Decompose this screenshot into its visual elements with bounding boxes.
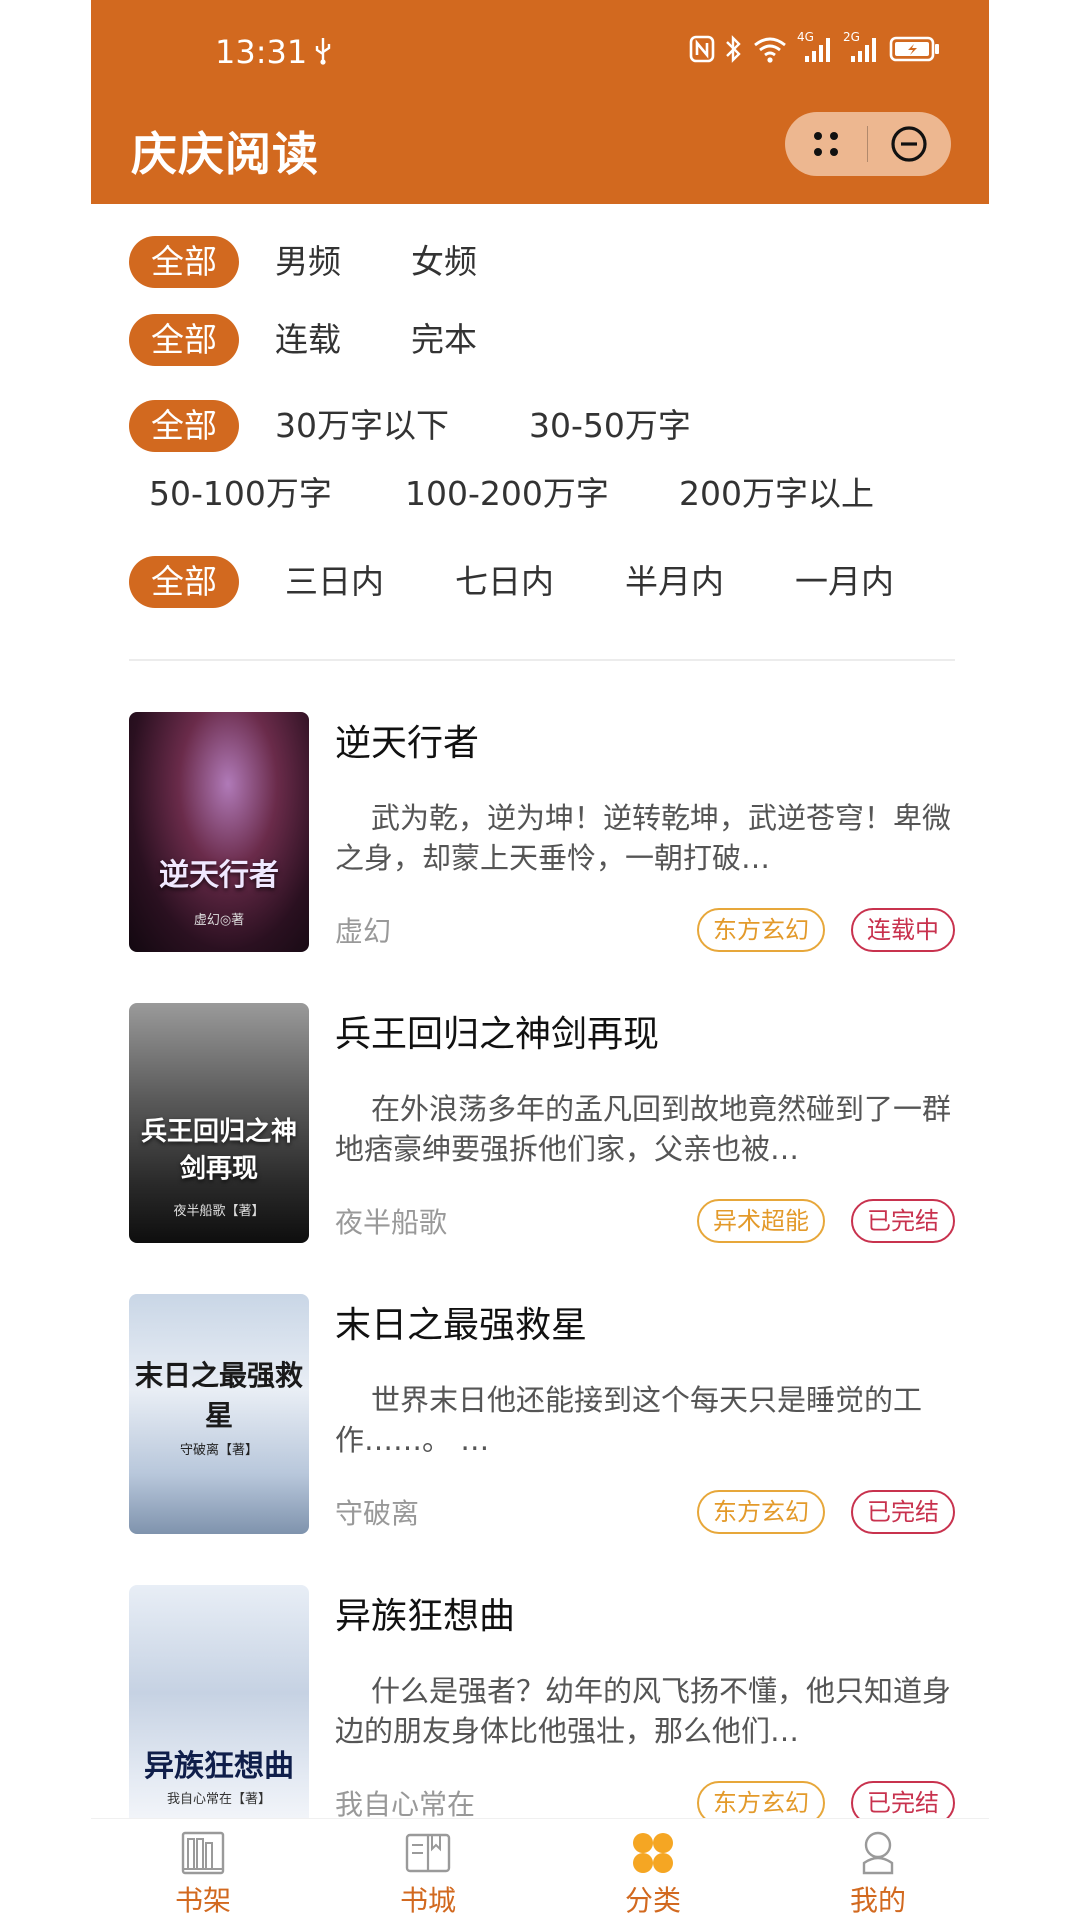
- bottom-tab-bar: 书架 书城 分类 我的: [91, 1818, 989, 1920]
- filter-words-all[interactable]: 全部: [129, 400, 239, 452]
- book-open-icon: [405, 1833, 451, 1873]
- book-author: 守破离: [335, 1497, 420, 1530]
- tab-label: 书城: [399, 1884, 456, 1917]
- filter-updated-7days[interactable]: 七日内: [455, 556, 554, 608]
- genre-tag: 东方玄幻: [697, 908, 825, 952]
- tab-mine[interactable]: 我的: [798, 1819, 958, 1920]
- cover-author: 夜半船歌【著】: [173, 1204, 265, 1219]
- filter-updated-1month[interactable]: 一月内: [795, 556, 894, 608]
- filter-status-serial[interactable]: 连载: [275, 314, 341, 366]
- cover-title: 异族狂想曲: [144, 1749, 294, 1784]
- filter-updated-3days[interactable]: 三日内: [285, 556, 384, 608]
- status-tag: 已完结: [851, 1199, 955, 1243]
- book-item[interactable]: 逆天行者 虚幻◎著 逆天行者 武为乾，逆为坤！逆转乾坤，武逆苍穹！卑微之身，却蒙…: [129, 712, 955, 954]
- book-title: 兵王回归之神剑再现: [335, 1014, 660, 1055]
- status-time: 13:31: [215, 33, 308, 71]
- bookshelf-icon: [181, 1831, 225, 1875]
- filter-updated-half-month[interactable]: 半月内: [625, 556, 724, 608]
- book-title: 逆天行者: [335, 723, 480, 764]
- book-description: 武为乾，逆为坤！逆转乾坤，武逆苍穹！卑微之身，却蒙上天垂怜，一朝打破…: [335, 801, 952, 875]
- cover-title: 兵王回归之神剑再现: [140, 1117, 297, 1184]
- cover-author: 我自心常在【著】: [166, 1792, 271, 1807]
- tab-label: 书架: [174, 1884, 231, 1917]
- cover-title: 逆天行者: [159, 858, 279, 893]
- filter-words-50-100w[interactable]: 50-100万字: [149, 468, 332, 520]
- minus-circle-icon: [891, 126, 927, 162]
- cover-author: 守破离【著】: [179, 1443, 258, 1458]
- status-tag: 连载中: [851, 908, 955, 952]
- book-title: 异族狂想曲: [335, 1596, 516, 1637]
- book-cover: 异族狂想曲 我自心常在【著】: [129, 1585, 309, 1825]
- book-item[interactable]: 末日之最强救星 守破离【著】 末日之最强救星 世界末日他还能接到这个每天只是睡觉…: [129, 1294, 955, 1536]
- book-title: 末日之最强救星: [335, 1305, 588, 1346]
- wifi-icon: [754, 37, 786, 63]
- filter-words-under-30w[interactable]: 30万字以下: [275, 400, 449, 452]
- tab-label: 分类: [624, 1884, 681, 1917]
- more-dots-icon: [814, 132, 838, 156]
- filter-channel-male[interactable]: 男频: [275, 236, 341, 288]
- usb-icon: [315, 38, 331, 65]
- filter-status-all[interactable]: 全部: [129, 314, 239, 366]
- cover-author: 虚幻◎著: [193, 913, 245, 928]
- book-cover: 逆天行者 虚幻◎著: [129, 712, 309, 952]
- filter-channel-all[interactable]: 全部: [129, 236, 239, 288]
- app-header: 13:31 4G 2G 庆庆阅读: [91, 0, 989, 204]
- filter-channel-female[interactable]: 女频: [411, 236, 477, 288]
- filter-words-100-200w[interactable]: 100-200万字: [405, 468, 609, 520]
- book-author: 夜半船歌: [335, 1206, 448, 1239]
- book-cover: 末日之最强救星 守破离【著】: [129, 1294, 309, 1534]
- status-tag: 已完结: [851, 1490, 955, 1534]
- divider-line: [129, 659, 955, 661]
- status-icons: 4G 2G: [689, 30, 941, 64]
- close-mini-program-button[interactable]: [868, 112, 950, 176]
- status-bar: 13:31 4G 2G: [91, 0, 989, 100]
- book-item[interactable]: 异族狂想曲 我自心常在【著】 异族狂想曲 什么是强者？幼年的风飞扬不懂，他只知道…: [129, 1585, 955, 1827]
- mini-program-capsule: [785, 112, 951, 176]
- genre-tag: 异术超能: [697, 1199, 825, 1243]
- filter-words-30-50w[interactable]: 30-50万字: [529, 400, 691, 452]
- app-screen: 13:31 4G 2G 庆庆阅读 全部 男频 女频 全部 连载 完本 全部 30…: [91, 0, 989, 1920]
- tab-label: 我的: [849, 1884, 906, 1917]
- book-author: 虚幻: [335, 915, 392, 948]
- tab-bookshelf[interactable]: 书架: [123, 1819, 283, 1920]
- filter-status-complete[interactable]: 完本: [411, 314, 477, 366]
- book-cover: 兵王回归之神剑再现 夜半船歌【著】: [129, 1003, 309, 1243]
- user-icon: [862, 1831, 894, 1875]
- nfc-icon: [689, 35, 715, 63]
- tab-category[interactable]: 分类: [573, 1819, 733, 1920]
- bluetooth-icon: [726, 35, 741, 63]
- app-title: 庆庆阅读: [131, 127, 319, 181]
- cover-title: 末日之最强救星: [135, 1359, 304, 1432]
- signal-2g-icon: 2G: [843, 30, 879, 64]
- battery-icon: [889, 36, 939, 62]
- tab-bookstore[interactable]: 书城: [348, 1819, 508, 1920]
- filter-words-over-200w[interactable]: 200万字以上: [679, 468, 874, 520]
- book-item[interactable]: 兵王回归之神剑再现 夜半船歌【著】 兵王回归之神剑再现 在外浪荡多年的孟凡回到故…: [129, 1003, 955, 1245]
- filter-updated-all[interactable]: 全部: [129, 556, 239, 608]
- book-description: 在外浪荡多年的孟凡回到故地竟然碰到了一群地痞豪绅要强拆他们家，父亲也被…: [335, 1092, 952, 1166]
- signal-4g-icon: 4G: [797, 30, 833, 64]
- more-options-button[interactable]: [785, 112, 867, 176]
- book-author: 我自心常在: [335, 1788, 476, 1821]
- category-icon: [633, 1833, 673, 1873]
- book-description: 世界末日他还能接到这个每天只是睡觉的工作……。 …: [335, 1383, 923, 1457]
- genre-tag: 东方玄幻: [697, 1490, 825, 1534]
- book-description: 什么是强者？幼年的风飞扬不懂，他只知道身边的朋友身体比他强壮，那么他们…: [335, 1674, 952, 1748]
